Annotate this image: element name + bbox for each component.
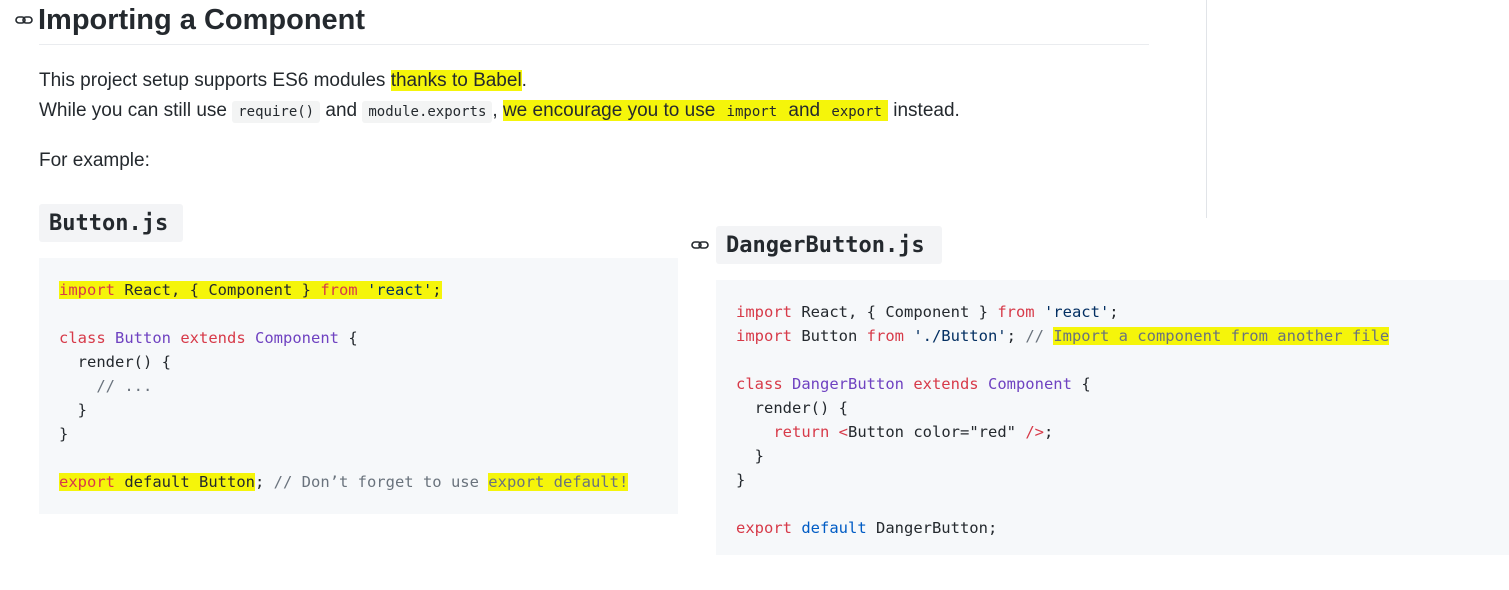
- code-token: extends: [171, 329, 255, 347]
- highlighted-text: we encourage you to use import and expor…: [502, 100, 888, 121]
- code-token: DangerButton: [792, 375, 904, 393]
- text: .: [521, 70, 527, 91]
- code-line: class DangerButton extends Component {: [736, 372, 1091, 396]
- code-line: export default DangerButton;: [736, 516, 997, 540]
- code-token: Button: [848, 423, 904, 441]
- code-token: default: [115, 473, 190, 491]
- code-token: import: [736, 303, 792, 321]
- code-token: "red": [969, 423, 1016, 441]
- code-block-danger-button: import React, { Component } from 'react'…: [716, 280, 1509, 555]
- code-comment: Import a component from another file: [1053, 327, 1390, 345]
- text: instead.: [887, 100, 960, 121]
- code-line: }: [736, 471, 746, 489]
- inline-code: export: [831, 104, 882, 120]
- code-line: render() {: [59, 353, 171, 371]
- code-token: return: [736, 423, 830, 441]
- code-line: // ...: [59, 377, 153, 395]
- code-line: import Button from './Button'; // Import…: [736, 324, 1390, 348]
- link-icon[interactable]: [14, 10, 34, 30]
- code-token: ;: [1109, 303, 1119, 321]
- code-token: DangerButton;: [866, 519, 998, 537]
- inline-code: import: [726, 104, 778, 120]
- code-token: ;: [254, 473, 265, 491]
- code-token: ;: [1044, 423, 1054, 441]
- code-line: import React, { Component } from 'react'…: [736, 300, 1119, 324]
- code-token: Button: [792, 327, 867, 345]
- text: we encourage you to use: [502, 100, 721, 121]
- code-token: extends: [903, 375, 988, 393]
- code-token: ;: [1006, 327, 1026, 345]
- code-token: Button: [189, 473, 255, 491]
- code-token: class: [59, 329, 115, 347]
- text: This project setup supports ES6 modules: [39, 70, 391, 91]
- code-token: class: [736, 375, 792, 393]
- code-comment: // Don’t forget to use: [264, 473, 489, 491]
- paragraph-intro: This project setup supports ES6 modules …: [39, 66, 527, 96]
- code-token: Component: [987, 375, 1072, 393]
- code-comment: export default!: [488, 473, 629, 491]
- code-token: {: [1071, 375, 1091, 393]
- code-token: ;: [432, 281, 442, 299]
- code-token: />: [1016, 423, 1044, 441]
- code-token: <: [829, 423, 848, 441]
- code-line: import React, { Component } from 'react'…: [59, 278, 442, 302]
- heading-rule: [39, 44, 1149, 45]
- file-heading-danger: DangerButton.js: [716, 226, 942, 264]
- code-line: export default Button; // Don’t forget t…: [59, 470, 629, 494]
- inline-code: require(): [232, 101, 321, 123]
- code-token: Component: [255, 329, 339, 347]
- code-token: export: [736, 519, 792, 537]
- text: While you can still use: [39, 100, 233, 121]
- code-comment: //: [1025, 327, 1054, 345]
- code-line: return <Button color="red" />;: [736, 420, 1053, 444]
- highlighted-text: thanks to Babel: [390, 70, 522, 91]
- paragraph-example: For example:: [39, 150, 150, 171]
- file-heading-button: Button.js: [39, 204, 183, 242]
- code-line: render() {: [736, 399, 848, 417]
- code-line: class Button extends Component {: [59, 326, 358, 350]
- section-heading: Importing a Component: [14, 0, 365, 40]
- code-token: React, { Component }: [115, 281, 321, 299]
- code-token: import: [59, 281, 115, 299]
- sidebar-divider: [1206, 0, 1207, 218]
- code-token: './Button': [903, 327, 1007, 345]
- code-token: {: [339, 329, 358, 347]
- code-line: }: [59, 425, 69, 443]
- code-token: React, { Component }: [792, 303, 998, 321]
- code-line: }: [59, 401, 87, 419]
- inline-code: module.exports: [362, 101, 493, 123]
- text: ,: [492, 100, 503, 121]
- link-icon[interactable]: [690, 235, 710, 255]
- code-token: import: [736, 327, 792, 345]
- code-token: from: [320, 281, 358, 299]
- paragraph-modules: While you can still use require() and mo…: [39, 96, 960, 127]
- text: and: [783, 100, 826, 121]
- text: and: [320, 100, 363, 121]
- code-block-button: import React, { Component } from 'react'…: [39, 258, 678, 514]
- code-token: default: [792, 519, 867, 537]
- code-line: }: [736, 447, 764, 465]
- code-token: 'react': [357, 281, 433, 299]
- code-token: from: [866, 327, 904, 345]
- code-token: Button: [115, 329, 171, 347]
- code-token: export: [59, 473, 115, 491]
- code-token: color=: [904, 423, 970, 441]
- code-token: 'react': [1034, 303, 1110, 321]
- code-token: from: [997, 303, 1035, 321]
- page-title: Importing a Component: [38, 4, 366, 36]
- file-heading-danger-wrap: DangerButton.js: [690, 226, 942, 264]
